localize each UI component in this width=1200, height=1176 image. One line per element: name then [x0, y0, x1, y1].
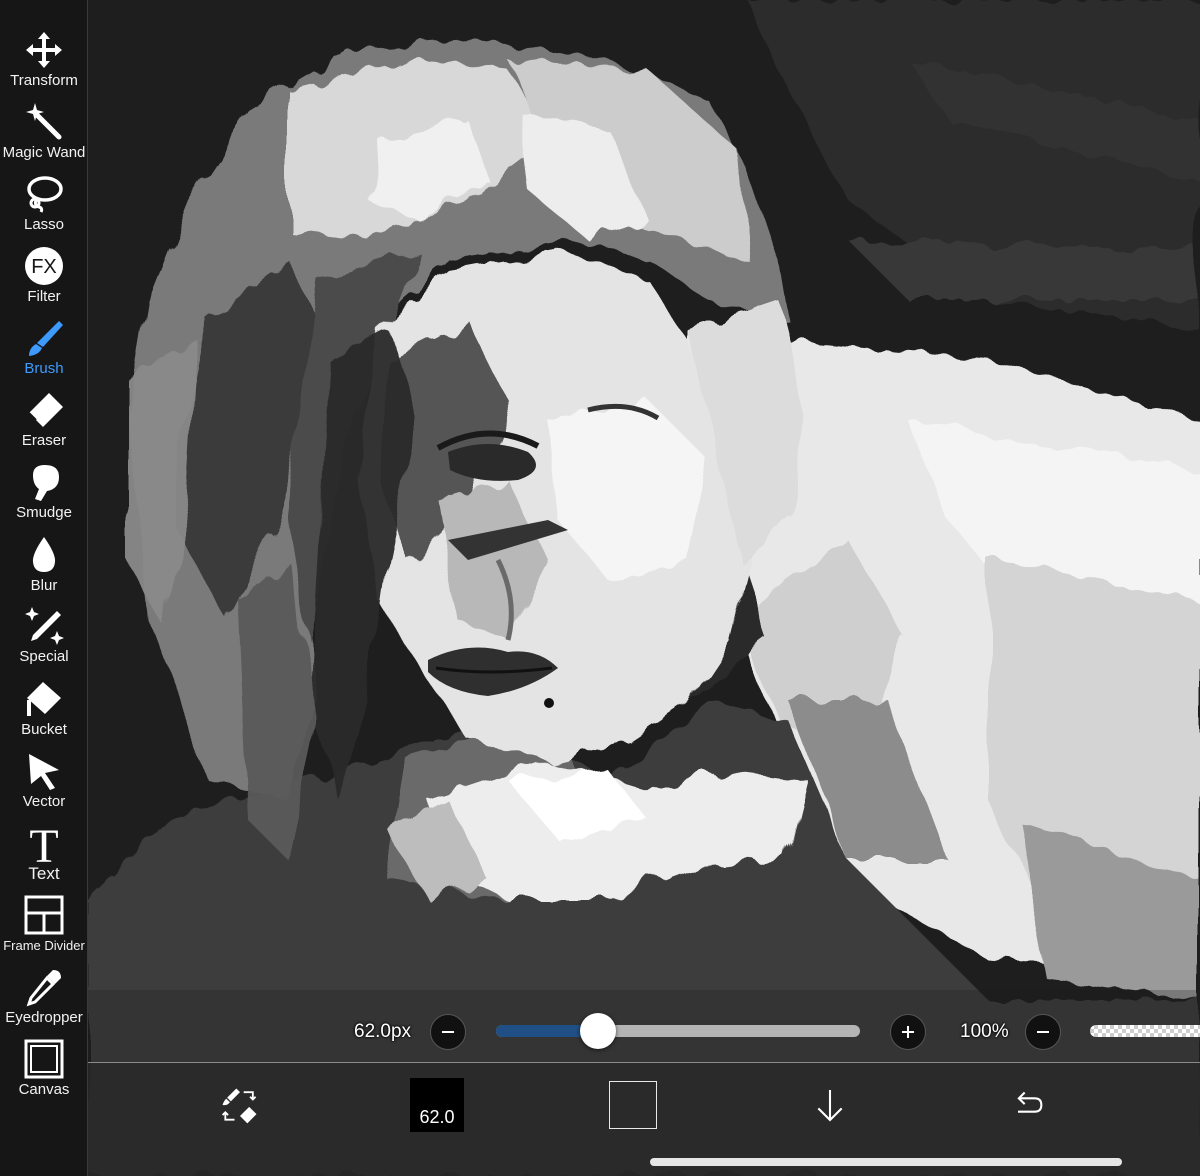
tool-label: Filter: [27, 288, 61, 305]
lasso-icon: [22, 172, 66, 216]
smudge-finger-icon: [22, 460, 66, 504]
tool-vector[interactable]: Vector: [0, 743, 88, 815]
tool-label: Eyedropper: [5, 1009, 83, 1026]
special-sparkle-pen-icon: [22, 604, 66, 648]
tool-label: Canvas: [18, 1081, 70, 1098]
blur-drop-icon: [22, 533, 66, 577]
frame-divider-icon: [22, 893, 66, 937]
tool-special[interactable]: Special: [0, 598, 88, 670]
transform-arrows-icon: [22, 28, 66, 72]
tool-filter[interactable]: FX Filter: [0, 238, 88, 310]
tool-lasso[interactable]: Lasso: [0, 166, 88, 238]
tool-label: Brush: [24, 360, 64, 377]
arrow-down-icon: [817, 1090, 843, 1122]
tool-label: Text: [28, 864, 60, 883]
plus-icon: [902, 1026, 914, 1038]
tool-frame-divider[interactable]: Frame Divider: [0, 887, 88, 959]
size-increase-button[interactable]: [890, 1014, 926, 1050]
tool-label: Frame Divider: [3, 938, 85, 953]
brush-settings-row: 62.0px 100%: [88, 1006, 1200, 1058]
tool-label: Magic Wand: [2, 144, 86, 161]
tool-magic-wand[interactable]: Magic Wand: [0, 94, 88, 166]
tool-label: Transform: [10, 72, 78, 89]
tool-bucket[interactable]: Bucket: [0, 671, 88, 743]
color-picker-button[interactable]: [609, 1081, 657, 1129]
brush-opacity-value: 100%: [960, 1021, 1009, 1042]
undo-icon: [1017, 1091, 1043, 1113]
tool-blur[interactable]: Blur: [0, 527, 88, 599]
tool-smudge[interactable]: Smudge: [0, 454, 88, 526]
home-indicator[interactable]: [650, 1158, 1122, 1166]
tool-label: Vector: [22, 793, 66, 810]
brush-preview-size: 62.0: [419, 1107, 455, 1127]
brush-size-slider-knob[interactable]: [580, 1013, 616, 1049]
tool-brush[interactable]: Brush: [0, 310, 88, 382]
brush-preview-button[interactable]: 62.0: [410, 1078, 464, 1132]
grayscale-portrait-painting: [88, 0, 1200, 1176]
canvas-icon: [22, 1037, 66, 1081]
fx-filter-icon: FX: [22, 244, 66, 288]
tool-label: Special: [19, 648, 69, 665]
tool-transform[interactable]: Transform: [0, 22, 88, 94]
tool-label: Smudge: [16, 504, 72, 521]
drawing-canvas[interactable]: [88, 0, 1200, 1176]
tool-label: Blur: [30, 577, 58, 594]
brush-icon: [22, 316, 66, 360]
brush-eraser-swap-icon: [221, 1088, 257, 1124]
magic-wand-icon: [22, 100, 66, 144]
size-decrease-button[interactable]: [430, 1014, 466, 1050]
brush-size-value: 62.0px: [354, 1021, 412, 1042]
minus-icon: [1037, 1031, 1049, 1033]
text-t-icon: T: [22, 821, 66, 865]
opacity-decrease-button[interactable]: [1025, 1014, 1061, 1050]
vector-cursor-icon: [22, 749, 66, 793]
tool-eraser[interactable]: Eraser: [0, 382, 88, 454]
eyedropper-icon: [22, 965, 66, 1009]
tool-label: Lasso: [23, 216, 65, 233]
eraser-icon: [22, 388, 66, 432]
brush-eraser-toggle-button[interactable]: [216, 1081, 264, 1129]
tool-label: Bucket: [21, 721, 67, 738]
svg-text:FX: FX: [31, 256, 57, 278]
brush-size-slider[interactable]: [496, 1013, 860, 1049]
svg-text:T: T: [29, 822, 58, 864]
minus-icon: [442, 1031, 454, 1033]
layer-down-button[interactable]: [806, 1081, 854, 1129]
tool-sidebar: Transform Magic Wand Lasso FX Filter Bru…: [0, 0, 88, 1176]
bottom-toolbar: 62.0: [88, 1062, 1200, 1176]
ibispaint-app: Transform Magic Wand Lasso FX Filter Bru…: [0, 0, 1200, 1176]
tool-label: Eraser: [21, 432, 67, 449]
tool-canvas[interactable]: Canvas: [0, 1031, 88, 1103]
bucket-icon: [22, 677, 66, 721]
tool-eyedropper[interactable]: Eyedropper: [0, 959, 88, 1031]
undo-button[interactable]: [1004, 1081, 1052, 1129]
tool-text[interactable]: T Text: [0, 815, 88, 887]
brush-opacity-slider[interactable]: [1090, 1025, 1200, 1037]
